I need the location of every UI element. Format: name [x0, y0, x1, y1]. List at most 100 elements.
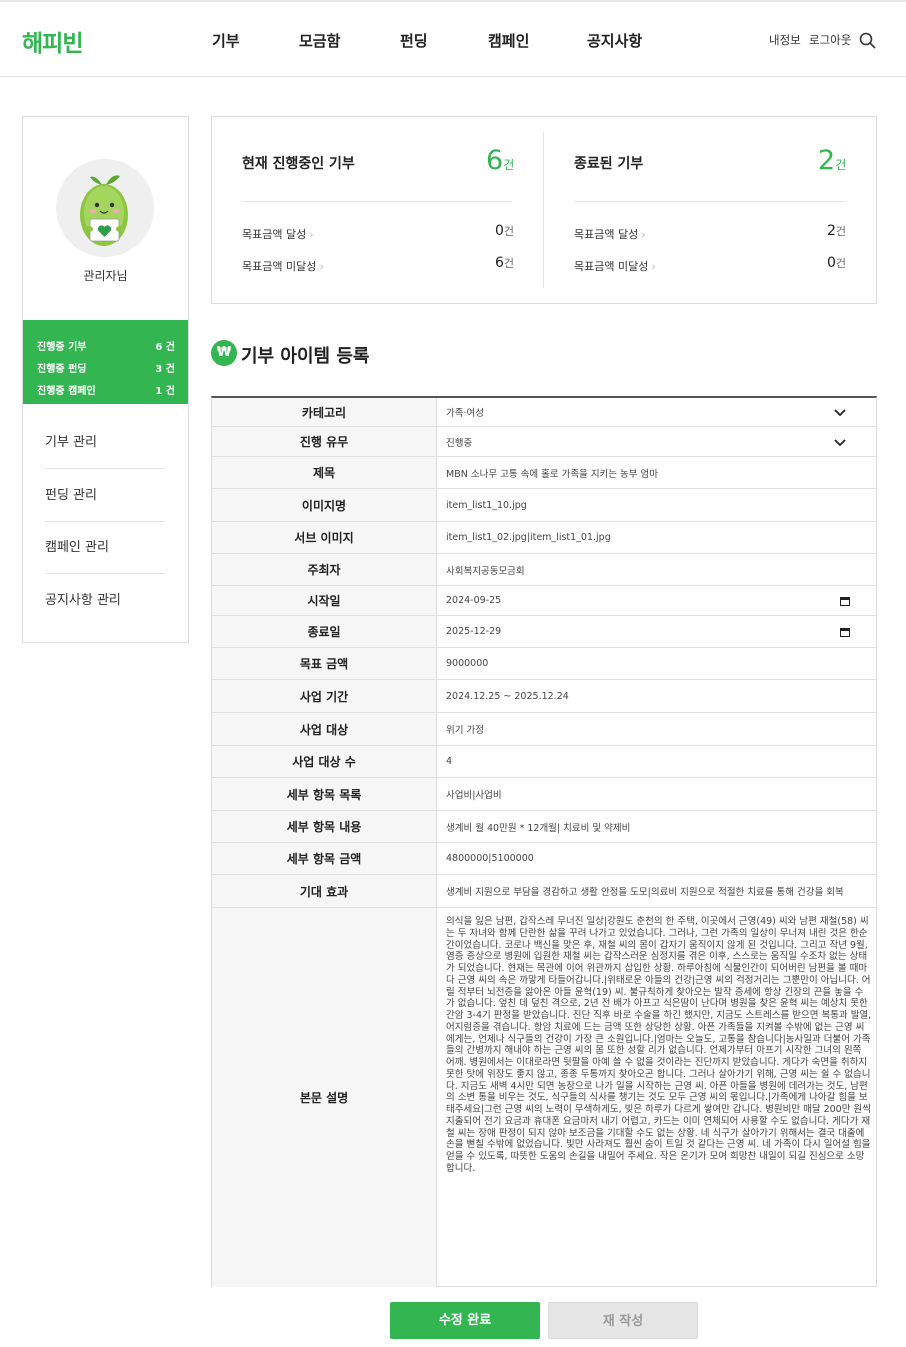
site-header: 해피빈 기부 모금함 펀딩 캠페인 공지사항 내정보 로그아웃	[0, 2, 906, 77]
ongoing-summary: 진행중 기부 6 건 진행중 펀딩 3 건 진행중 캠페인 1 건	[23, 320, 188, 404]
admin-name: 관리자님	[83, 269, 128, 283]
field-label: 제목	[212, 457, 437, 488]
summary-value: 3 건	[155, 364, 175, 375]
bean-mascot-icon	[80, 175, 128, 246]
target-amount-input[interactable]: 9000000	[446, 648, 866, 679]
field-label: 본문 설명	[212, 908, 437, 1287]
chevron-down-icon[interactable]	[834, 436, 846, 448]
sidebar-item-campaign-manage[interactable]: 캠페인 관리	[45, 522, 165, 574]
sidebar-item-donation-manage[interactable]: 기부 관리	[45, 417, 165, 469]
ongoing-count: 6건	[486, 145, 515, 176]
chevron-right-icon: ›	[319, 260, 324, 273]
chevron-right-icon: ›	[309, 228, 314, 241]
ongoing-unachieved-value: 6건	[494, 255, 514, 271]
sub-image-input[interactable]: item_list1_02.jpg|item_list1_01.jpg	[446, 522, 866, 553]
ended-unachieved-value: 0건	[826, 255, 846, 271]
summary-label: 진행중 캠페인	[37, 386, 96, 397]
field-label: 사업 대상	[212, 713, 437, 745]
nav-campaign[interactable]: 캠페인	[488, 30, 529, 51]
summary-row-campaign: 진행중 캠페인 1 건	[37, 382, 175, 397]
form-row-detail-amount: 세부 항목 금액 4800000|5100000	[212, 843, 876, 875]
form-row-organizer: 주최자 사회복지공동모금회	[212, 554, 876, 586]
description-textarea[interactable]: 의식을 잃은 남편, 갑작스레 무너진 일상|강원도 춘천의 한 주택, 이곳에…	[446, 916, 872, 1175]
field-label: 세부 항목 목록	[212, 778, 437, 810]
image-name-input[interactable]: item_list1_10.jpg	[446, 489, 866, 521]
summary-row-donation: 진행중 기부 6 건	[37, 338, 175, 353]
ongoing-achieved-value: 0건	[494, 223, 514, 239]
summary-label: 진행중 펀딩	[37, 364, 87, 375]
admin-sidebar: 관리자님 진행중 기부 6 건 진행중 펀딩 3 건 진행중 캠페인 1 건 기…	[22, 116, 189, 643]
form-row-category: 카테고리 가족·여성	[212, 398, 876, 427]
form-row-expected-effect: 기대 효과 생계비 지원으로 부담을 경감하고 생활 안정을 도모|의료비 지원…	[212, 875, 876, 908]
form-row-description: 본문 설명 의식을 잃은 남편, 갑작스레 무너진 일상|강원도 춘천의 한 주…	[212, 908, 876, 1287]
summary-row-funding: 진행중 펀딩 3 건	[37, 360, 175, 375]
summary-value: 6 건	[155, 342, 175, 353]
nav-fundraise-box[interactable]: 모금함	[299, 30, 340, 51]
calendar-icon[interactable]	[840, 627, 850, 637]
detail-amount-input[interactable]: 4800000|5100000	[446, 843, 866, 874]
field-label: 세부 항목 금액	[212, 843, 437, 874]
ongoing-unachieved-link[interactable]: 목표금액 미달성 ›	[242, 258, 324, 274]
field-label: 시작일	[212, 586, 437, 615]
ended-count: 2건	[818, 145, 847, 176]
nav-donate[interactable]: 기부	[212, 30, 240, 51]
project-target-input[interactable]: 위기 가정	[446, 713, 866, 745]
field-label: 사업 기간	[212, 680, 437, 712]
field-label: 기대 효과	[212, 875, 437, 907]
chevron-right-icon: ›	[651, 260, 656, 273]
form-row-detail-list: 세부 항목 목록 사업비|사업비	[212, 778, 876, 811]
project-period-input[interactable]: 2024.12.25 ~ 2025.12.24	[446, 680, 866, 712]
stats-divider	[543, 132, 544, 288]
form-row-status: 진행 유무 진행중	[212, 427, 876, 457]
title-input[interactable]: MBN 소나무 고통 속에 홀로 가족을 지키는 농부 엄마	[446, 457, 866, 488]
ended-separator	[574, 201, 846, 202]
field-label: 카테고리	[212, 398, 437, 426]
category-select[interactable]: 가족·여성	[446, 398, 866, 426]
form-row-project-target: 사업 대상 위기 가정	[212, 713, 876, 746]
form-row-end-date: 종료일 2025-12-29	[212, 616, 876, 648]
form-row-sub-image: 서브 이미지 item_list1_02.jpg|item_list1_01.j…	[212, 522, 876, 554]
field-label: 진행 유무	[212, 427, 437, 456]
nav-notice[interactable]: 공지사항	[587, 30, 642, 51]
ended-achieved-value: 2건	[826, 223, 846, 239]
logout-link[interactable]: 로그아웃	[809, 32, 851, 48]
field-label: 세부 항목 내용	[212, 811, 437, 842]
ended-unachieved-link[interactable]: 목표금액 미달성 ›	[574, 258, 656, 274]
form-row-target-count: 사업 대상 수 4	[212, 746, 876, 778]
chevron-down-icon[interactable]	[834, 406, 846, 418]
end-date-input[interactable]: 2025-12-29	[446, 616, 866, 647]
field-label: 목표 금액	[212, 648, 437, 679]
form-row-start-date: 시작일 2024-09-25	[212, 586, 876, 616]
ongoing-achieved-link[interactable]: 목표금액 달성 ›	[242, 226, 314, 242]
calendar-icon[interactable]	[840, 596, 850, 606]
submit-button[interactable]: 수정 완료	[390, 1302, 540, 1339]
donation-item-form: 카테고리 가족·여성 진행 유무 진행중 제목 MBN 소나무 고통 속에 홀로…	[211, 396, 877, 1287]
detail-list-input[interactable]: 사업비|사업비	[446, 778, 866, 810]
detail-content-input[interactable]: 생계비 월 40만원 * 12개월| 치료비 및 약제비	[446, 811, 866, 842]
sidebar-item-funding-manage[interactable]: 펀딩 관리	[45, 470, 165, 522]
target-count-input[interactable]: 4	[446, 746, 866, 777]
start-date-input[interactable]: 2024-09-25	[446, 586, 866, 615]
avatar	[56, 159, 154, 257]
expected-effect-input[interactable]: 생계비 지원으로 부담을 경감하고 생활 안정을 도모|의료비 지원으로 적절한…	[446, 875, 866, 907]
nav-funding[interactable]: 펀딩	[400, 30, 428, 51]
my-info-link[interactable]: 내정보	[769, 32, 801, 48]
ongoing-separator	[242, 201, 512, 202]
summary-label: 진행중 기부	[37, 342, 87, 353]
search-icon[interactable]	[859, 32, 876, 49]
form-row-detail-content: 세부 항목 내용 생계비 월 40만원 * 12개월| 치료비 및 약제비	[212, 811, 876, 843]
logo[interactable]: 해피빈	[22, 24, 83, 58]
field-label: 이미지명	[212, 489, 437, 521]
ended-achieved-link[interactable]: 목표금액 달성 ›	[574, 226, 646, 242]
field-label: 종료일	[212, 616, 437, 647]
won-icon: ₩	[211, 340, 237, 366]
field-label: 사업 대상 수	[212, 746, 437, 777]
status-select[interactable]: 진행중	[446, 427, 866, 456]
form-row-image: 이미지명 item_list1_10.jpg	[212, 489, 876, 522]
form-row-project-period: 사업 기간 2024.12.25 ~ 2025.12.24	[212, 680, 876, 713]
page-title: 기부 아이템 등록	[241, 346, 370, 367]
sidebar-item-notice-manage[interactable]: 공지사항 관리	[45, 575, 165, 627]
organizer-input[interactable]: 사회복지공동모금회	[446, 554, 866, 585]
reset-button[interactable]: 재 작성	[548, 1302, 698, 1339]
field-label: 주최자	[212, 554, 437, 585]
